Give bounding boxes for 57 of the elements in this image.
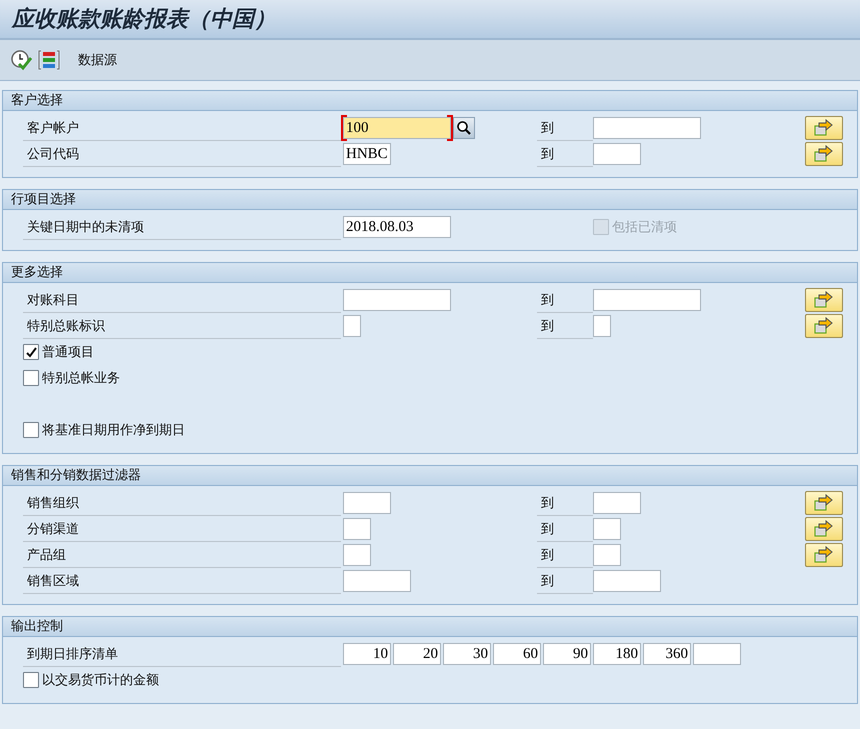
input-field[interactable] <box>343 315 361 337</box>
field-label: 销售区域 <box>23 568 341 594</box>
check-icon <box>26 346 36 358</box>
toolbar-button[interactable]: 数据源 <box>78 51 117 69</box>
input-field[interactable]: 60 <box>493 643 541 665</box>
checkbox[interactable]: 以交易货币计的金额 <box>23 667 857 693</box>
color-list-icon[interactable] <box>38 49 60 71</box>
group-title: 客户选择 <box>3 91 857 111</box>
field-label: 客户帐户 <box>23 116 341 140</box>
input-field[interactable]: 20 <box>393 643 441 665</box>
input-field[interactable] <box>593 492 641 514</box>
input-field[interactable] <box>343 492 391 514</box>
field-label: 销售组织 <box>23 490 341 516</box>
input-field[interactable] <box>593 117 701 139</box>
input-field[interactable]: 10 <box>343 643 391 665</box>
input-field[interactable] <box>593 315 611 337</box>
multiple-selection-button[interactable] <box>805 543 843 567</box>
group-title: 销售和分销数据过滤器 <box>3 466 857 486</box>
search-button[interactable] <box>453 117 475 139</box>
input-field[interactable] <box>593 143 641 165</box>
input-field[interactable]: 2018.08.03 <box>343 216 451 238</box>
input-field[interactable] <box>593 289 701 311</box>
input-field[interactable] <box>343 518 371 540</box>
field-label: 到期日排序清单 <box>23 642 341 666</box>
group-title: 输出控制 <box>3 617 857 637</box>
multiple-selection-button[interactable] <box>805 517 843 541</box>
field-label: 关键日期中的未清项 <box>23 214 341 240</box>
field-label: 特别总账标识 <box>23 314 341 338</box>
input-field[interactable]: HNBC <box>343 143 391 165</box>
group-title: 更多选择 <box>3 263 857 283</box>
window-title: 应收账款账龄报表（中国） <box>12 5 276 34</box>
input-field[interactable] <box>593 544 621 566</box>
field-label: 分销渠道 <box>23 516 341 542</box>
field-label: 公司代码 <box>23 142 341 166</box>
input-field[interactable] <box>343 544 371 566</box>
input-field[interactable] <box>343 289 451 311</box>
multiple-selection-button[interactable] <box>805 142 843 166</box>
field-label: 对账科目 <box>23 288 341 312</box>
input-field[interactable]: 180 <box>593 643 641 665</box>
input-field[interactable] <box>693 643 741 665</box>
multiple-selection-button[interactable] <box>805 314 843 338</box>
input-field[interactable] <box>593 570 661 592</box>
checkbox[interactable]: 普通项目 <box>23 339 857 365</box>
multiple-selection-button[interactable] <box>805 116 843 140</box>
group-title: 行项目选择 <box>3 190 857 210</box>
checkbox[interactable]: 特别总帐业务 <box>23 365 857 391</box>
input-field[interactable]: 30 <box>443 643 491 665</box>
checkbox[interactable]: 将基准日期用作净到期日 <box>23 417 857 443</box>
input-field[interactable]: 360 <box>643 643 691 665</box>
multiple-selection-button[interactable] <box>805 288 843 312</box>
input-field[interactable] <box>343 570 411 592</box>
input-field[interactable]: 100 <box>343 117 451 139</box>
multiple-selection-button[interactable] <box>805 491 843 515</box>
clock-check-icon[interactable] <box>10 49 32 71</box>
input-field[interactable]: 90 <box>543 643 591 665</box>
field-label: 产品组 <box>23 542 341 568</box>
input-field[interactable] <box>593 518 621 540</box>
